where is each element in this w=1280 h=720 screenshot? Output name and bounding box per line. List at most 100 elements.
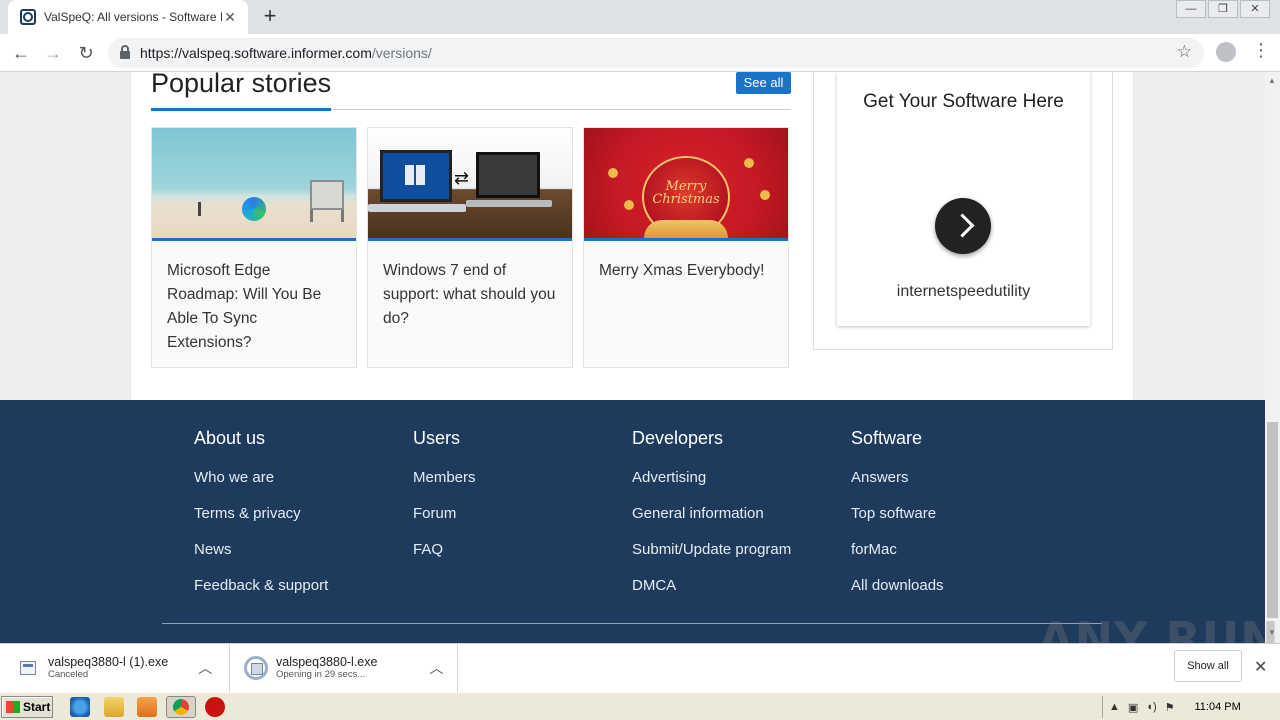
browser-tab[interactable]: ValSpeQ: All versions - Software Informe… bbox=[8, 0, 248, 34]
story-image-christmas[interactable]: Merry Christmas bbox=[584, 128, 788, 238]
footer-link[interactable]: Top software bbox=[851, 506, 944, 542]
laptop-base bbox=[466, 200, 552, 207]
download-item[interactable]: valspeq3880-l (1).exe Canceled ︿ bbox=[0, 644, 230, 692]
footer-link[interactable]: Members bbox=[413, 470, 476, 506]
minimize-button[interactable]: — bbox=[1176, 0, 1206, 18]
profile-avatar-icon[interactable] bbox=[1216, 42, 1236, 62]
sidebar-ad-box: Get Your Software Here internetspeedutil… bbox=[813, 72, 1113, 350]
download-info: valspeq3880-l.exe Opening in 29 secs... bbox=[276, 655, 378, 681]
ornament-icon bbox=[760, 190, 770, 200]
person-figure bbox=[198, 202, 201, 216]
page-viewport: Popular stories See all Microsoft Edge R… bbox=[0, 72, 1265, 643]
tray-expand-icon[interactable]: ▲ bbox=[1109, 701, 1120, 713]
site-favicon-icon bbox=[20, 9, 36, 25]
taskbar-clock[interactable]: 11:04 PM bbox=[1194, 701, 1240, 713]
folder-icon[interactable] bbox=[104, 697, 124, 717]
lifeguard-hut bbox=[310, 180, 344, 210]
windows-laptop-icon bbox=[380, 150, 452, 202]
show-all-button[interactable]: Show all bbox=[1174, 650, 1242, 682]
ad-app-name[interactable]: internetspeedutility bbox=[837, 283, 1090, 301]
story-title[interactable]: Merry Xmas Everybody! bbox=[584, 241, 788, 283]
download-progress-icon bbox=[244, 656, 268, 680]
page-scrollbar[interactable]: ▲ ▼ bbox=[1265, 72, 1280, 643]
chevron-right-icon[interactable] bbox=[935, 198, 991, 254]
lock-icon bbox=[120, 45, 130, 59]
url-host: https://valspeq.software.informer.com bbox=[140, 45, 372, 61]
story-title[interactable]: Microsoft Edge Roadmap: Will You Be Able… bbox=[152, 241, 356, 355]
footer-link[interactable]: News bbox=[194, 542, 328, 578]
ornament-icon bbox=[744, 158, 754, 168]
reload-button[interactable]: ↻ bbox=[73, 40, 99, 66]
footer-link[interactable]: Who we are bbox=[194, 470, 328, 506]
network-icon[interactable]: ▣ bbox=[1128, 701, 1138, 714]
address-bar[interactable]: https://valspeq.software.informer.com/ve… bbox=[108, 38, 1204, 68]
download-filename: valspeq3880-l (1).exe bbox=[48, 655, 169, 669]
url-path: /versions/ bbox=[371, 45, 432, 61]
footer-link[interactable]: Submit/Update program bbox=[632, 542, 791, 578]
story-image-beach[interactable] bbox=[152, 128, 356, 238]
download-item[interactable]: valspeq3880-l.exe Opening in 29 secs... … bbox=[230, 644, 458, 692]
exe-file-icon bbox=[20, 661, 36, 675]
old-laptop-icon bbox=[476, 152, 540, 198]
download-info: valspeq3880-l (1).exe Canceled bbox=[48, 655, 169, 681]
tab-close-icon[interactable]: ✕ bbox=[222, 9, 238, 26]
window-controls: — ❐ ✕ bbox=[1174, 0, 1270, 18]
restore-button[interactable]: ❐ bbox=[1208, 0, 1238, 18]
chevron-up-icon[interactable]: ︿ bbox=[198, 658, 212, 678]
footer-divider bbox=[162, 623, 1102, 624]
back-button[interactable]: ← bbox=[8, 40, 34, 66]
new-tab-button[interactable]: + bbox=[258, 5, 282, 29]
footer-link[interactable]: FAQ bbox=[413, 542, 476, 578]
footer-link[interactable]: Advertising bbox=[632, 470, 791, 506]
footer-column-developers: Developers Advertising General informati… bbox=[632, 428, 791, 614]
forward-button[interactable]: → bbox=[40, 40, 66, 66]
bookmark-star-icon[interactable]: ☆ bbox=[1177, 42, 1192, 62]
story-card[interactable]: Merry Christmas Merry Xmas Everybody! bbox=[583, 127, 789, 368]
ornament-icon bbox=[624, 200, 634, 210]
footer-link[interactable]: DMCA bbox=[632, 578, 791, 614]
story-card[interactable]: Microsoft Edge Roadmap: Will You Be Able… bbox=[151, 127, 357, 368]
action-center-flag-icon[interactable]: ⚑ bbox=[1165, 701, 1175, 714]
footer-column-about: About us Who we are Terms & privacy News… bbox=[194, 428, 328, 614]
start-button[interactable]: Start bbox=[1, 696, 53, 718]
gold-decoration bbox=[644, 220, 728, 238]
popular-stories-header: Popular stories See all bbox=[151, 72, 791, 111]
footer-link[interactable]: Feedback & support bbox=[194, 578, 328, 614]
stop-icon[interactable] bbox=[205, 697, 225, 717]
chevron-up-icon[interactable]: ︿ bbox=[429, 658, 443, 678]
ornament-icon bbox=[608, 168, 618, 178]
close-shelf-icon[interactable]: ✕ bbox=[1254, 657, 1267, 677]
ad-title: Get Your Software Here bbox=[863, 91, 1064, 112]
footer-link[interactable]: General information bbox=[632, 506, 791, 542]
story-image-laptops[interactable]: ⇄ bbox=[368, 128, 572, 238]
download-filename: valspeq3880-l.exe bbox=[276, 655, 378, 669]
browser-menu-icon[interactable]: ⋮ bbox=[1252, 40, 1270, 61]
volume-icon[interactable]: ◖) bbox=[1146, 701, 1156, 713]
download-status: Canceled bbox=[48, 669, 89, 680]
lifeguard-hut-legs bbox=[310, 210, 344, 222]
internet-explorer-icon[interactable] bbox=[70, 697, 90, 717]
url-text: https://valspeq.software.informer.com/ve… bbox=[140, 45, 432, 61]
media-player-icon[interactable] bbox=[137, 697, 157, 717]
see-all-button[interactable]: See all bbox=[736, 72, 791, 94]
scrollbar-thumb[interactable] bbox=[1267, 422, 1278, 618]
footer-link[interactable]: All downloads bbox=[851, 578, 944, 614]
sync-icon: ⇄ bbox=[454, 168, 470, 188]
footer-column-users: Users Members Forum FAQ bbox=[413, 428, 476, 578]
start-label: Start bbox=[23, 700, 51, 714]
system-tray: ▲ ▣ ◖) ⚑ 11:04 PM bbox=[1102, 696, 1279, 718]
laptop-base bbox=[368, 204, 466, 212]
footer-link[interactable]: forMac bbox=[851, 542, 944, 578]
window-close-button[interactable]: ✕ bbox=[1240, 0, 1270, 18]
footer-link[interactable]: Terms & privacy bbox=[194, 506, 328, 542]
footer-link[interactable]: Forum bbox=[413, 506, 476, 542]
scroll-up-icon[interactable]: ▲ bbox=[1268, 76, 1276, 85]
download-shelf: valspeq3880-l (1).exe Canceled ︿ valspeq… bbox=[0, 643, 1280, 692]
download-status: Opening in 29 secs... bbox=[276, 669, 366, 680]
christmas-image-text: Merry Christmas bbox=[652, 179, 720, 207]
footer-link[interactable]: Answers bbox=[851, 470, 944, 506]
software-ad-card[interactable]: Get Your Software Here internetspeedutil… bbox=[837, 72, 1090, 326]
story-title[interactable]: Windows 7 end of support: what should yo… bbox=[368, 241, 572, 331]
story-card[interactable]: ⇄ Windows 7 end of support: what should … bbox=[367, 127, 573, 368]
chrome-taskbar-button[interactable] bbox=[166, 696, 196, 718]
